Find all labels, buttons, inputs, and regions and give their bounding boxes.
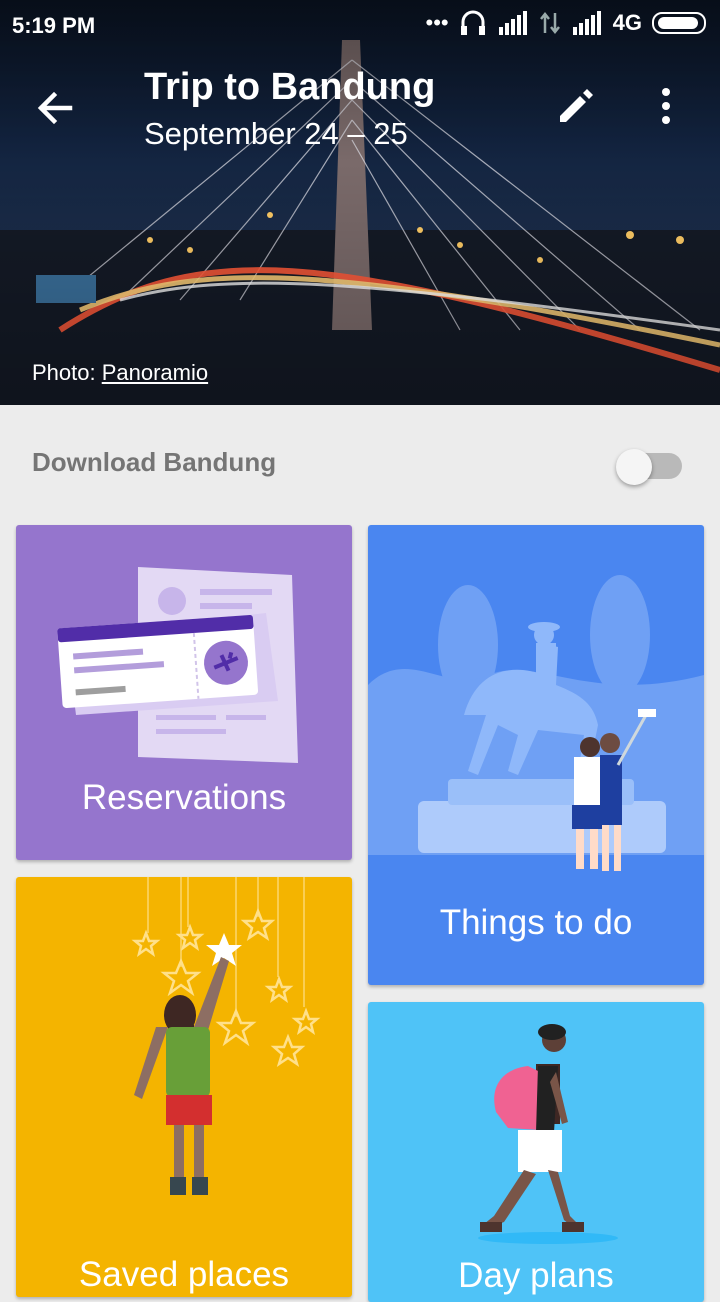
- hero-photo: 5:19 PM ••• 4G Trip to Bandung September…: [0, 0, 720, 405]
- toggle-knob: [616, 449, 652, 485]
- reservations-label: Reservations: [81, 778, 287, 817]
- day-plans-card[interactable]: Day plans: [368, 1002, 704, 1302]
- saved-places-label: Saved places: [78, 1255, 290, 1294]
- things-to-do-card[interactable]: Things to do: [368, 525, 704, 985]
- signal-icon: [498, 11, 527, 35]
- download-toggle[interactable]: [616, 449, 684, 487]
- saved-places-card[interactable]: Saved places: [16, 877, 352, 1297]
- saved-places-illustration: [131, 877, 321, 1195]
- photo-credit: Photo: Panoramio: [32, 360, 208, 386]
- signal-icon-2: [572, 11, 601, 35]
- headset-icon: [460, 10, 485, 35]
- app-bar: Trip to Bandung September 24 – 25: [0, 52, 720, 162]
- things-to-do-label: Things to do: [439, 903, 633, 942]
- status-time: 5:19 PM: [12, 13, 96, 38]
- status-icons: ••• 4G: [426, 10, 706, 36]
- battery-icon: [652, 12, 706, 34]
- dots-icon: •••: [425, 10, 449, 35]
- trip-dates: September 24 – 25: [144, 116, 408, 151]
- network-type: 4G: [612, 10, 642, 35]
- status-bar: 5:19 PM ••• 4G: [0, 0, 720, 52]
- photo-credit-link[interactable]: Panoramio: [102, 360, 208, 385]
- back-arrow-icon[interactable]: [28, 80, 84, 136]
- more-vert-icon[interactable]: [646, 82, 686, 130]
- photo-credit-prefix: Photo:: [32, 360, 102, 385]
- download-row: Download Bandung: [0, 405, 720, 515]
- edit-pencil-icon[interactable]: [552, 82, 600, 130]
- day-plans-label: Day plans: [458, 1256, 614, 1295]
- data-arrows-icon: [539, 11, 560, 35]
- page-title: Trip to Bandung: [144, 66, 436, 108]
- reservations-card[interactable]: Reservations: [16, 525, 352, 860]
- download-label: Download Bandung: [32, 447, 277, 477]
